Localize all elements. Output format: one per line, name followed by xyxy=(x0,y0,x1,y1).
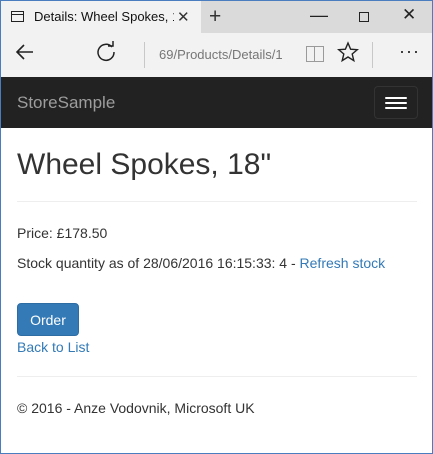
page-icon xyxy=(11,11,24,22)
favorite-star-icon[interactable] xyxy=(336,41,360,69)
url-field[interactable]: 69/Products/Details/1 xyxy=(159,47,283,62)
divider xyxy=(372,42,373,68)
tab-title: Details: Wheel Spokes, 1 xyxy=(34,9,174,24)
close-window-icon[interactable]: ✕ xyxy=(402,5,416,25)
hamburger-bar xyxy=(385,102,407,104)
browser-tab[interactable]: Details: Wheel Spokes, 1 ✕ xyxy=(1,1,201,33)
divider xyxy=(144,42,145,68)
hamburger-bar xyxy=(385,97,407,99)
stock-text: Stock quantity as of 28/06/2016 16:15:33… xyxy=(17,255,300,271)
hamburger-bar xyxy=(385,107,407,109)
brand-link[interactable]: StoreSample xyxy=(17,93,115,113)
maximize-icon[interactable] xyxy=(359,12,369,22)
price-text: Price: £178.50 xyxy=(17,225,108,241)
new-tab-icon[interactable]: + xyxy=(209,5,221,29)
more-icon[interactable]: ··· xyxy=(399,41,420,62)
site-navbar: StoreSample xyxy=(1,77,432,128)
refresh-icon[interactable] xyxy=(95,40,117,68)
back-arrow-icon[interactable] xyxy=(13,40,37,71)
stock-line: Stock quantity as of 28/06/2016 16:15:33… xyxy=(17,255,385,271)
reading-view-icon[interactable] xyxy=(306,46,324,62)
footer-text: © 2016 - Anze Vodovnik, Microsoft UK xyxy=(17,400,255,416)
divider xyxy=(17,201,417,202)
order-button[interactable]: Order xyxy=(17,303,79,336)
back-to-list-link[interactable]: Back to List xyxy=(17,339,89,355)
divider xyxy=(17,376,417,377)
menu-toggle-button[interactable] xyxy=(374,86,418,119)
refresh-stock-link[interactable]: Refresh stock xyxy=(300,255,386,271)
refresh-svg xyxy=(97,41,115,61)
address-bar-row: 69/Products/Details/1 ··· xyxy=(1,33,432,77)
star-svg xyxy=(336,41,360,63)
minimize-icon[interactable]: — xyxy=(310,5,328,26)
back-arrow-svg xyxy=(15,44,33,60)
browser-window: Details: Wheel Spokes, 1 ✕ + — ✕ 69/Prod… xyxy=(0,0,433,454)
tab-close-icon[interactable]: ✕ xyxy=(177,8,190,26)
title-bar: Details: Wheel Spokes, 1 ✕ + — ✕ xyxy=(1,1,432,33)
product-title: Wheel Spokes, 18" xyxy=(17,148,272,181)
